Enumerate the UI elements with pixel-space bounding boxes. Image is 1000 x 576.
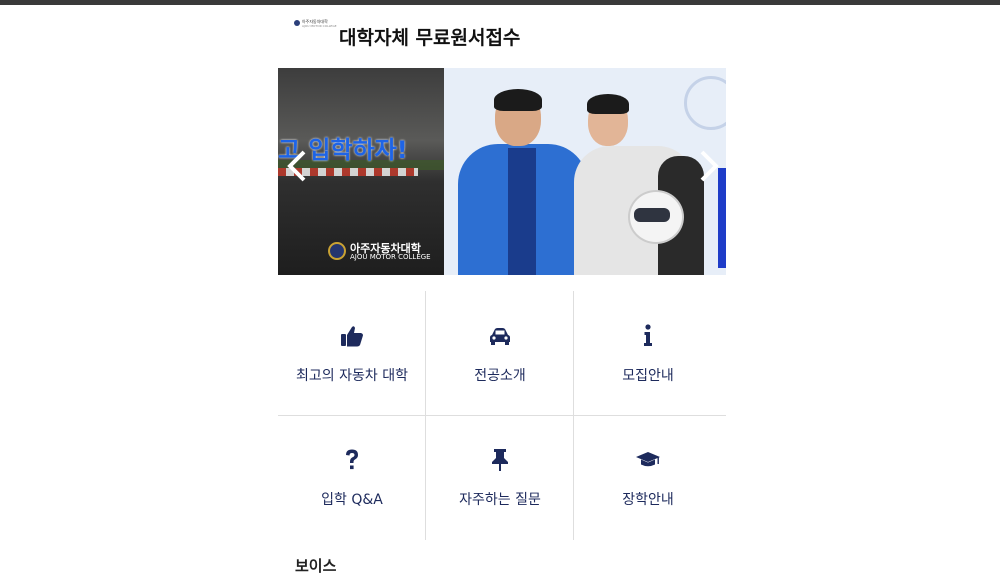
menu-label: 최고의 자동차 대학 [296,368,408,384]
menu-label: 자주하는 질문 [459,492,541,508]
banner-brand: 아주자동차대학 AJOU MOTOR COLLEGE [328,240,438,262]
brand-emblem-icon [328,242,346,260]
quick-menu: 최고의 자동차 대학 전공소개 모집안내 입학 Q&A 자주하는 질문 장학안내 [278,291,726,540]
menu-admission-guide[interactable]: 모집안내 [574,291,722,415]
logo-subtext: AJOU MOTOR COLLEGE [302,24,337,28]
divider [278,415,726,416]
student-1-hair [494,89,542,111]
info-icon [644,324,652,346]
menu-label: 입학 Q&A [321,492,383,508]
car-icon [490,328,510,345]
menu-majors[interactable]: 전공소개 [426,291,574,415]
menu-label: 모집안내 [622,368,674,384]
chevron-left-icon [287,150,306,182]
college-logo[interactable]: 아주자동차대학 AJOU MOTOR COLLEGE [294,19,337,29]
menu-admission-qna[interactable]: 입학 Q&A [278,415,426,539]
next-section-heading: 보이스 [295,557,337,575]
menu-faq[interactable]: 자주하는 질문 [426,415,574,539]
menu-label: 장학안내 [622,492,674,508]
menu-best-college[interactable]: 최고의 자동차 대학 [278,291,426,415]
helmet-visor [634,208,670,222]
graduation-cap-icon [636,452,660,467]
chevron-right-icon [700,150,719,182]
banner-carousel[interactable]: 고 입학하자! 아주자동차대학 AJOU MOTOR COLLEGE [278,68,726,275]
header: 아주자동차대학 AJOU MOTOR COLLEGE 대학자체 무료원서접수 [278,14,726,58]
student-1-stripe [508,148,536,275]
page-title: 대학자체 무료원서접수 [339,27,521,49]
menu-scholarship[interactable]: 장학안내 [574,415,722,539]
carousel-prev-button[interactable] [280,146,316,186]
carousel-next-button[interactable] [690,146,726,186]
logo-emblem-icon [294,20,300,26]
student-2-hair [587,94,629,114]
pin-icon [492,449,508,471]
menu-label: 전공소개 [474,368,526,384]
top-bar [0,0,1000,5]
question-icon [346,449,358,470]
thumbs-up-icon [341,326,363,347]
brand-name-en: AJOU MOTOR COLLEGE [350,253,431,261]
